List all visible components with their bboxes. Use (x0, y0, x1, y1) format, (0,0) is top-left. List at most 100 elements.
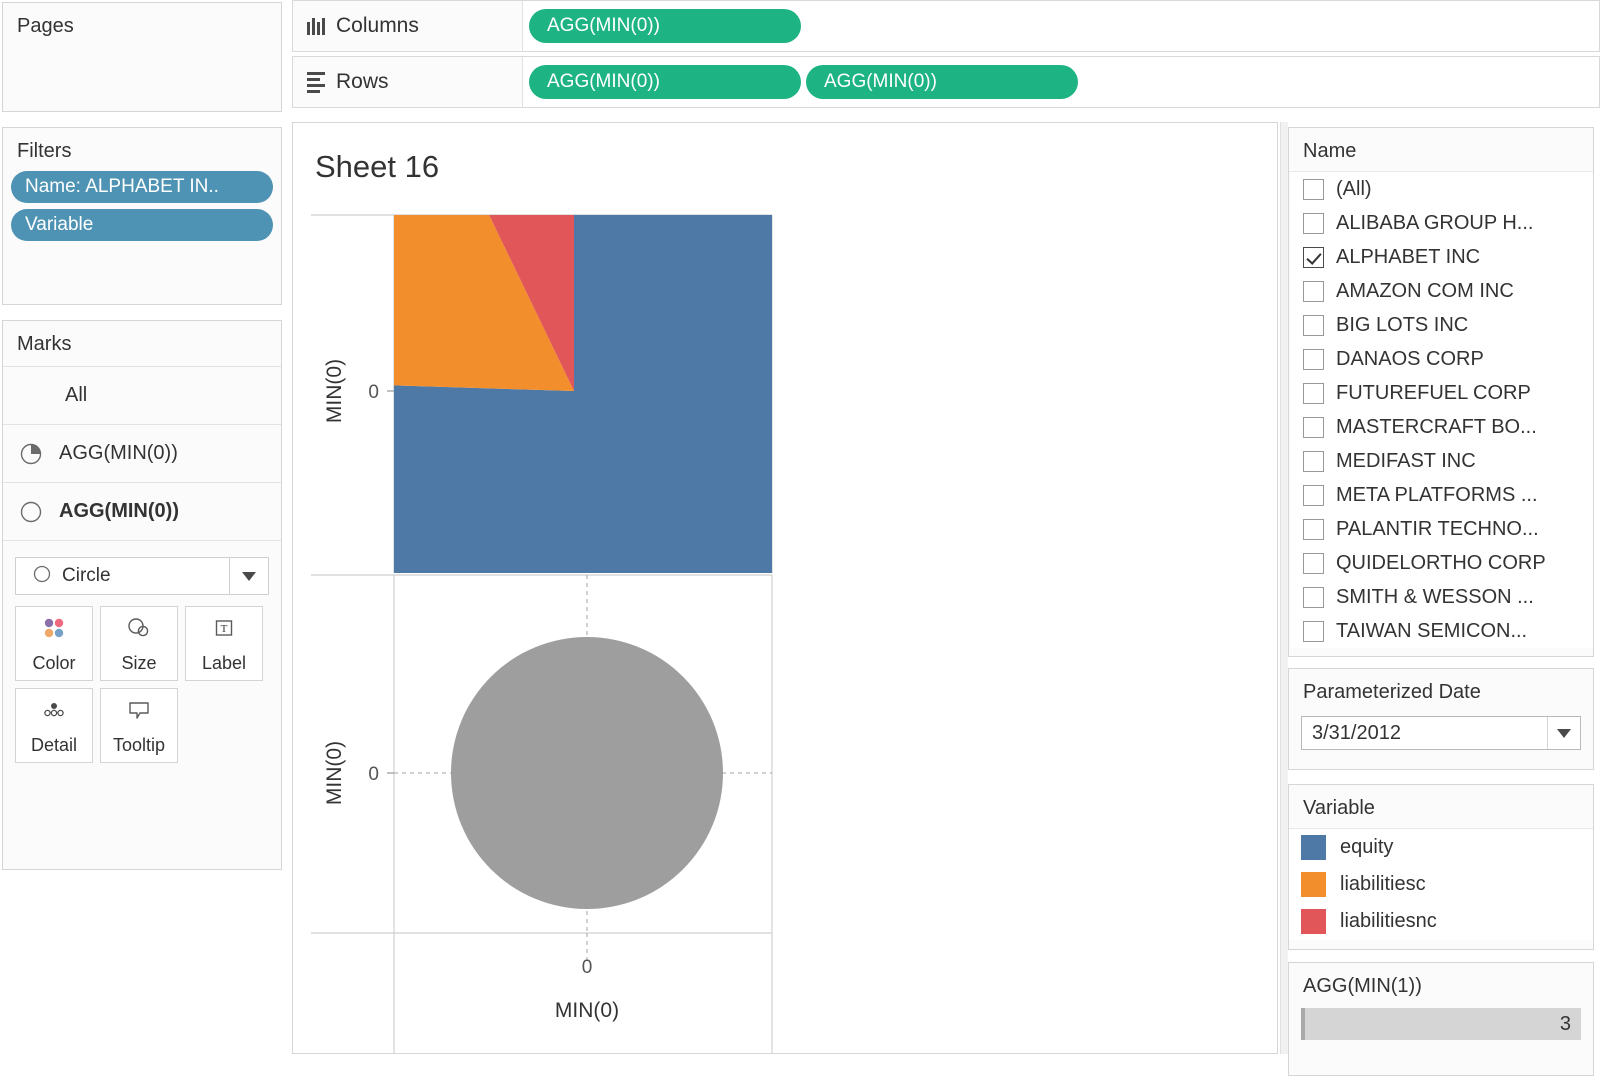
x-axis-title: MIN(0) (555, 999, 619, 1022)
name-filter-item-label: AMAZON COM INC (1336, 279, 1514, 302)
checkbox-icon[interactable] (1303, 178, 1324, 200)
name-filter-item-meta[interactable]: META PLATFORMS ... (1291, 478, 1593, 512)
name-filter-item-label: META PLATFORMS ... (1336, 483, 1538, 506)
worksheet-view[interactable]: Sheet 16 0 MIN(0) 0 MIN(0) 0 MIN(0) (292, 122, 1278, 1054)
legend-item-liabilitiesnc[interactable]: liabilitiesnc (1289, 903, 1593, 940)
name-filter-item-alibaba[interactable]: ALIBABA GROUP H... (1291, 206, 1593, 240)
checkbox-icon[interactable] (1303, 484, 1324, 506)
bottom-y-axis-title: MIN(0) (323, 741, 346, 805)
name-filter-item-label: MASTERCRAFT BO... (1336, 415, 1537, 438)
columns-pill-0[interactable]: AGG(MIN(0)) (529, 9, 801, 43)
filter-pill-name[interactable]: Name: ALPHABET IN.. (11, 171, 273, 203)
parameterized-date-select[interactable]: 3/31/2012 (1301, 716, 1581, 750)
detail-button[interactable]: Detail (15, 688, 93, 763)
filters-pill-list: Name: ALPHABET IN.. Variable (3, 171, 281, 241)
variable-legend-title: Variable (1289, 785, 1593, 829)
name-filter-item-alphabet[interactable]: ALPHABET INC (1291, 240, 1593, 274)
size-legend-bar[interactable]: 3 (1301, 1008, 1581, 1040)
checkbox-icon[interactable] (1303, 212, 1324, 234)
variable-legend-card: Variable equity liabilitiesc liabilities… (1288, 784, 1594, 950)
shelves-area: Columns AGG(MIN(0)) Rows AGG(MIN(0)) AGG… (292, 0, 1600, 113)
rows-pill-0[interactable]: AGG(MIN(0)) (529, 65, 801, 99)
columns-shelf-label-group: Columns (293, 1, 523, 51)
legend-item-label: liabilitiesc (1340, 873, 1426, 895)
tooltip-button[interactable]: Tooltip (100, 688, 178, 763)
name-filter-item-label: (All) (1336, 177, 1372, 200)
name-filter-item-label: QUIDELORTHO CORP (1336, 551, 1546, 574)
checkbox-icon[interactable] (1303, 348, 1324, 370)
chart-canvas[interactable]: 0 MIN(0) 0 MIN(0) 0 MIN(0) (293, 123, 1279, 1055)
view-scrollbar[interactable] (1280, 122, 1288, 1054)
name-filter-item-all[interactable]: (All) (1291, 172, 1593, 206)
name-filter-item-amazon[interactable]: AMAZON COM INC (1291, 274, 1593, 308)
checkbox-icon[interactable] (1303, 416, 1324, 438)
columns-shelf[interactable]: Columns AGG(MIN(0)) (292, 0, 1600, 52)
color-button[interactable]: Color (15, 606, 93, 681)
name-filter-list: (All) ALIBABA GROUP H... ALPHABET INC AM… (1289, 172, 1593, 648)
circle-mark[interactable] (451, 637, 723, 909)
filters-card[interactable]: Filters Name: ALPHABET IN.. Variable (2, 127, 282, 305)
parameter-card: Parameterized Date 3/31/2012 (1288, 668, 1594, 770)
checkbox-icon[interactable] (1303, 280, 1324, 302)
name-filter-item-label: FUTUREFUEL CORP (1336, 381, 1531, 404)
checkbox-icon[interactable] (1303, 382, 1324, 404)
pie-icon (19, 442, 43, 466)
size-button[interactable]: Size (100, 606, 178, 681)
marks-row-pie[interactable]: AGG(MIN(0)) (3, 425, 281, 483)
rows-pill-1[interactable]: AGG(MIN(0)) (806, 65, 1078, 99)
name-filter-item-palantir[interactable]: PALANTIR TECHNO... (1291, 512, 1593, 546)
name-filter-card: Name (All) ALIBABA GROUP H... ALPHABET I… (1288, 127, 1594, 657)
rows-shelf[interactable]: Rows AGG(MIN(0)) AGG(MIN(0)) (292, 56, 1600, 108)
detail-button-label: Detail (30, 734, 78, 755)
name-filter-item-biglots[interactable]: BIG LOTS INC (1291, 308, 1593, 342)
name-filter-item-label: ALIBABA GROUP H... (1336, 211, 1534, 234)
legend-item-equity[interactable]: equity (1289, 829, 1593, 866)
checkbox-icon[interactable] (1303, 620, 1324, 642)
marks-title: Marks (3, 321, 281, 367)
name-filter-item-label: PALANTIR TECHNO... (1336, 517, 1539, 540)
marks-row-circle-label: AGG(MIN(0)) (59, 500, 179, 522)
pie-mark[interactable] (293, 123, 1279, 1055)
label-button[interactable]: T Label (185, 606, 263, 681)
x-tick-label: 0 (582, 957, 593, 978)
filter-pill-variable[interactable]: Variable (11, 209, 273, 241)
checkbox-icon[interactable] (1303, 518, 1324, 540)
label-button-label: Label (201, 652, 247, 673)
legend-item-liabilitiesc[interactable]: liabilitiesc (1289, 866, 1593, 903)
name-filter-item-futurefuel[interactable]: FUTUREFUEL CORP (1291, 376, 1593, 410)
name-filter-item-mastercraft[interactable]: MASTERCRAFT BO... (1291, 410, 1593, 444)
marks-all-label: All (65, 384, 88, 406)
legend-item-label: liabilitiesnc (1340, 910, 1437, 932)
legend-item-label: equity (1340, 836, 1394, 858)
marks-row-all[interactable]: All (3, 367, 281, 425)
size-legend-card: AGG(MIN(1)) 3 (1288, 962, 1594, 1076)
name-filter-item-danaos[interactable]: DANAOS CORP (1291, 342, 1593, 376)
name-filter-item-quidelortho[interactable]: QUIDELORTHO CORP (1291, 546, 1593, 580)
color-button-label: Color (32, 652, 76, 673)
top-y-axis-title: MIN(0) (323, 359, 346, 423)
columns-icon (307, 17, 325, 35)
name-filter-item-taiwan[interactable]: TAIWAN SEMICON... (1291, 614, 1593, 648)
tooltip-button-label: Tooltip (112, 734, 166, 755)
name-filter-item-medifast[interactable]: MEDIFAST INC (1291, 444, 1593, 478)
rows-shelf-drop[interactable]: AGG(MIN(0)) AGG(MIN(0)) (523, 57, 1599, 107)
checkbox-icon[interactable] (1303, 314, 1324, 336)
pages-card[interactable]: Pages (2, 2, 282, 112)
size-legend-title: AGG(MIN(1)) (1303, 975, 1422, 997)
filters-title: Filters (17, 140, 72, 162)
chevron-down-icon[interactable] (229, 558, 268, 594)
name-filter-item-smithwesson[interactable]: SMITH & WESSON ... (1291, 580, 1593, 614)
marks-row-circle[interactable]: AGG(MIN(0)) (3, 483, 281, 541)
columns-shelf-drop[interactable]: AGG(MIN(0)) (523, 1, 1599, 51)
chevron-down-icon[interactable] (1547, 717, 1580, 749)
checkbox-icon[interactable] (1303, 450, 1324, 472)
checkbox-icon[interactable] (1303, 552, 1324, 574)
name-filter-item-label: MEDIFAST INC (1336, 449, 1476, 472)
circle-icon (32, 564, 52, 589)
checkbox-checked-icon[interactable] (1303, 246, 1324, 268)
top-pane: 0 MIN(0) (293, 123, 1279, 1055)
checkbox-icon[interactable] (1303, 586, 1324, 608)
mark-type-dropdown[interactable]: Circle (15, 557, 269, 595)
size-legend-value: 3 (1559, 1012, 1571, 1035)
bottom-y-tick-label: 0 (368, 764, 379, 785)
